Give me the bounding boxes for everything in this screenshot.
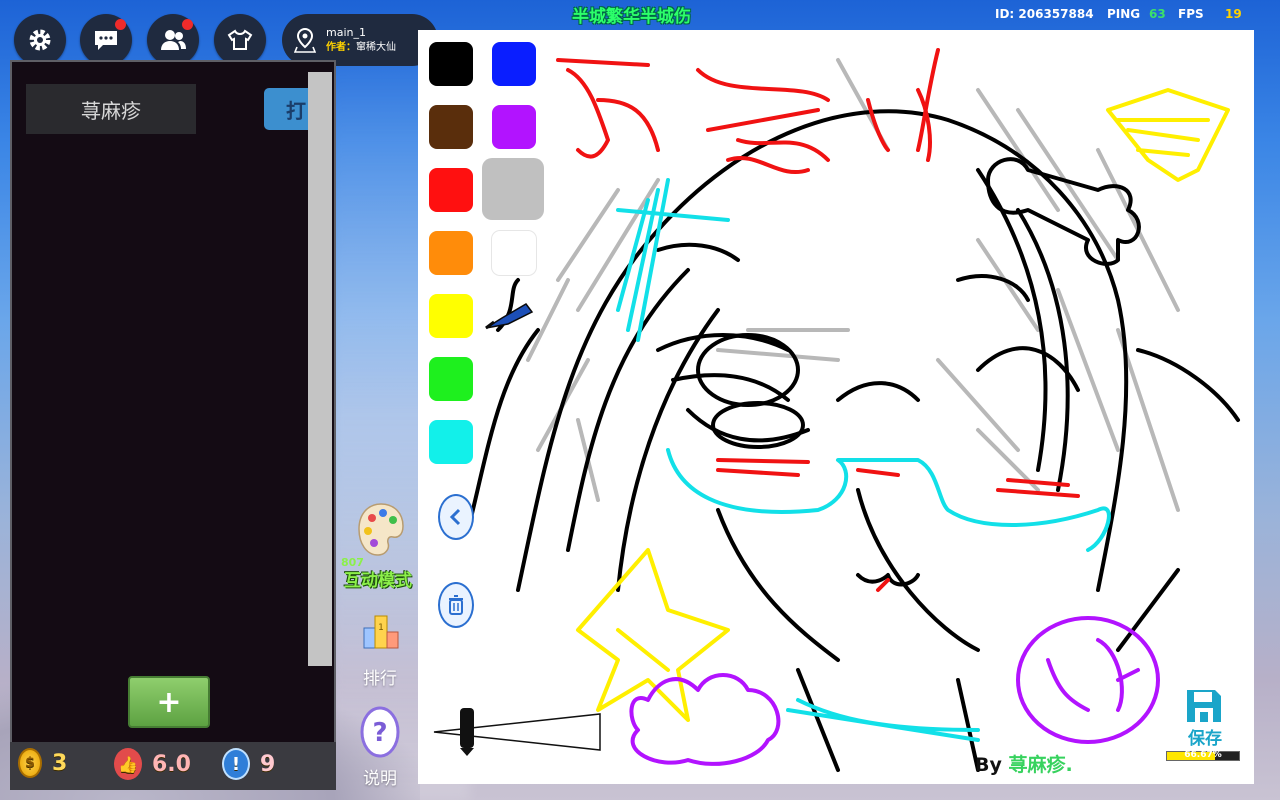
settings-button[interactable]: [14, 14, 66, 66]
palette-icon: [358, 503, 404, 556]
author-name: 窜稀大仙: [356, 42, 396, 53]
color-swatch-blue[interactable]: [492, 42, 536, 86]
color-swatch-brown[interactable]: [429, 105, 473, 149]
chat-icon: [95, 31, 117, 50]
byline-name: 荨麻疹.: [1008, 754, 1073, 776]
purple-strokes: [629, 616, 1160, 766]
clear-button[interactable]: [438, 582, 474, 628]
undo-button[interactable]: [438, 494, 474, 540]
report-count: 9: [260, 751, 276, 777]
color-swatch-black[interactable]: [429, 42, 473, 86]
drawing-strokes: [466, 48, 1240, 772]
map-name: main_1: [326, 26, 366, 39]
map-info[interactable]: main_1 作者：窜稀大仙: [282, 14, 438, 66]
chat-button[interactable]: [80, 14, 132, 66]
color-swatch-gray[interactable]: [482, 158, 544, 220]
panel-scrollbar[interactable]: [308, 72, 332, 666]
report-stat[interactable]: ! 9: [222, 748, 275, 780]
ranking-label: 排行: [363, 669, 397, 689]
player-list-panel: 荨麻疹 打 +: [10, 60, 336, 744]
color-swatch-white[interactable]: [492, 231, 536, 275]
svg-text:1: 1: [378, 623, 384, 633]
coin-count: 3: [52, 750, 68, 776]
chevron-left-icon: [449, 508, 461, 526]
coin-icon: $: [18, 748, 42, 778]
drawing-canvas[interactable]: 保存 By 荨麻疹.: [418, 30, 1254, 784]
color-swatch-green[interactable]: [429, 357, 473, 401]
color-swatch-red[interactable]: [429, 168, 473, 212]
like-stat[interactable]: 👍 6.0: [114, 748, 191, 780]
byline: By 荨麻疹.: [975, 750, 1073, 777]
interactive-mode-label: 互动模式: [344, 571, 412, 591]
author-label: 作者：: [326, 42, 356, 53]
fps-label: FPS: [1178, 7, 1204, 21]
save-icon: [1187, 690, 1221, 722]
friends-icon: [161, 30, 186, 50]
notification-dot: [115, 19, 126, 30]
color-swatch-yellow[interactable]: [429, 294, 473, 338]
gear-icon: [29, 29, 51, 51]
friends-button[interactable]: [147, 14, 199, 66]
world-title: 半城繁华半城伤: [572, 7, 691, 27]
progress-text: 66.67%: [1184, 750, 1222, 760]
color-swatch-cyan[interactable]: [429, 420, 473, 464]
like-score: 6.0: [152, 751, 191, 777]
fps-value: 19: [1225, 7, 1242, 21]
add-button[interactable]: +: [128, 676, 210, 728]
brush-icon: [485, 303, 534, 330]
wardrobe-button[interactable]: [214, 14, 266, 66]
ping-value: 63: [1149, 7, 1166, 21]
save-progress-bar: 66.67%: [1166, 750, 1240, 761]
coin-stat: $ 3: [18, 748, 67, 778]
wardrobe-icon: [227, 29, 253, 50]
color-swatch-purple[interactable]: [492, 105, 536, 149]
notification-dot: [182, 19, 193, 30]
print-button[interactable]: 打: [264, 88, 314, 130]
save-label: 保存: [1188, 729, 1222, 749]
author-line: 作者：窜稀大仙: [326, 40, 396, 55]
color-swatch-orange[interactable]: [429, 231, 473, 275]
trash-icon: [449, 595, 463, 615]
byline-prefix: By: [975, 754, 1002, 776]
yellow-strokes: [576, 88, 1230, 722]
map-pin-icon: [294, 27, 316, 53]
player-name-box[interactable]: 荨麻疹: [26, 84, 196, 134]
thumbs-up-icon: 👍: [114, 748, 142, 780]
exclamation-icon: !: [222, 748, 250, 780]
question-icon: ?: [360, 706, 400, 758]
podium-icon: 1: [363, 615, 399, 649]
brush-size-slider[interactable]: [430, 704, 602, 758]
player-id: ID: 206357884: [995, 7, 1094, 21]
help-label: 说明: [363, 769, 397, 789]
svg-text:?: ?: [372, 718, 387, 748]
ping-label: PING: [1107, 7, 1141, 21]
cyan-strokes: [616, 178, 1111, 742]
